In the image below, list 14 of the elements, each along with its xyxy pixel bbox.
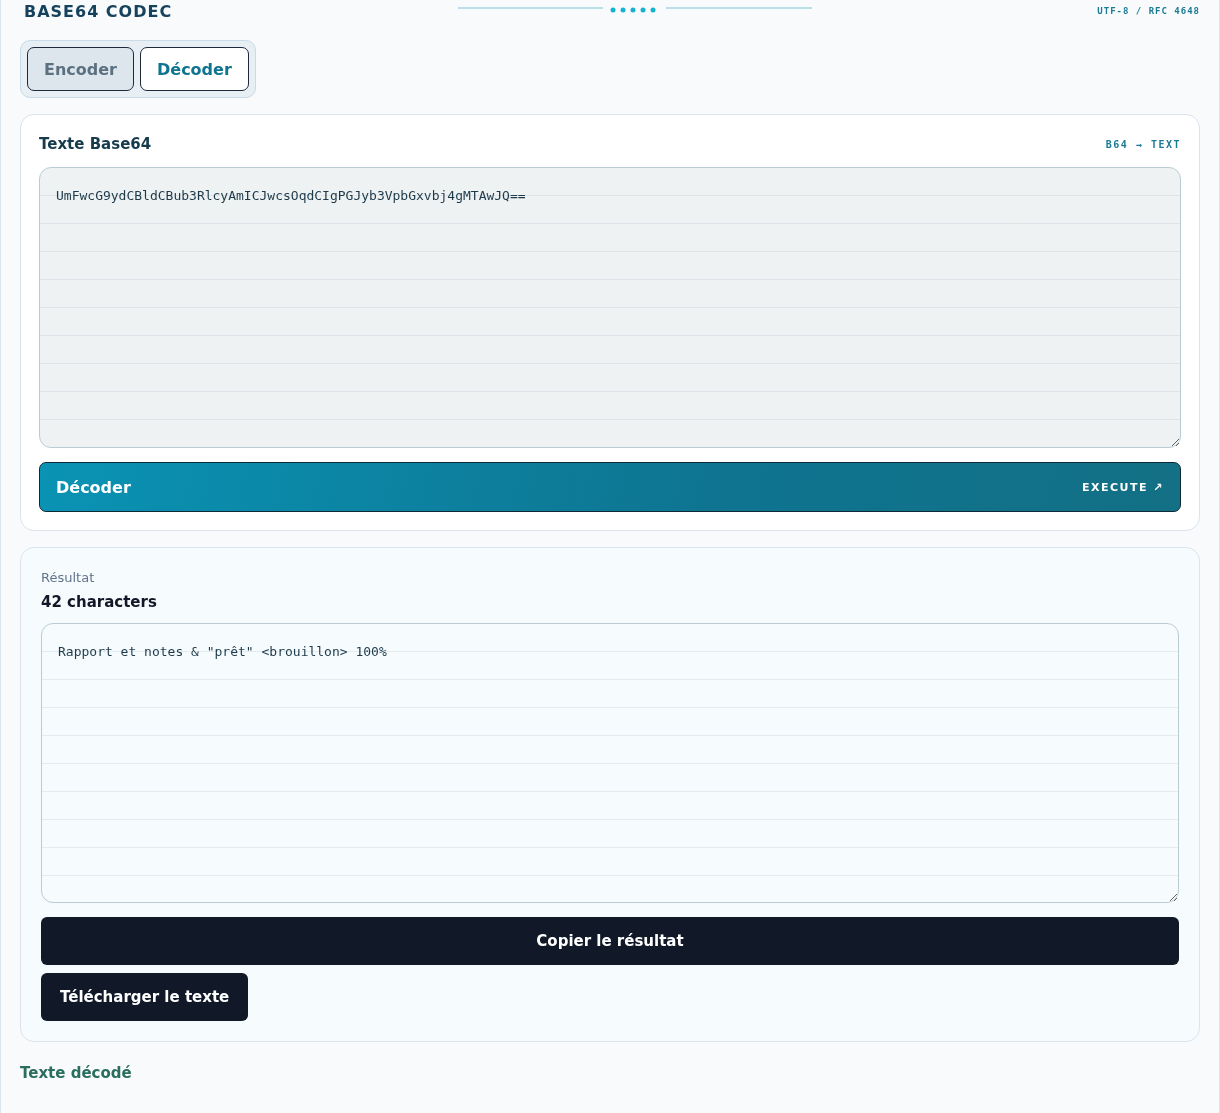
app-title: BASE64 CODEC bbox=[24, 1, 173, 21]
direction-label: B64 → TEXT bbox=[1105, 138, 1181, 150]
footer-caption: Texte décodé bbox=[20, 1064, 133, 1082]
input-title: Texte Base64 bbox=[39, 135, 152, 153]
copy-button[interactable]: Copier le résultat bbox=[41, 917, 1179, 965]
mode-tab[interactable]: Encoder bbox=[27, 47, 134, 91]
character-count: 42 characters bbox=[41, 593, 158, 611]
encoding-label: UTF-8 / RFC 4648 bbox=[1097, 6, 1200, 16]
result-label: Résultat bbox=[41, 570, 96, 585]
download-button[interactable]: Télécharger le texte bbox=[41, 973, 249, 1021]
decode-button[interactable]: Décoder EXECUTE ↗ bbox=[39, 462, 1181, 512]
mode-tab[interactable]: Décoder bbox=[140, 47, 249, 91]
base64-input-field[interactable]: UmFwcG9ydCBldCBub3RlcyAmICJwcsOqdCIgPGJyb3VpbGxvbj4gMTAwJQ== bbox=[39, 167, 1181, 448]
result-output-field[interactable]: Rapport et notes & "prêt" <brouillon> 100% bbox=[41, 623, 1179, 903]
